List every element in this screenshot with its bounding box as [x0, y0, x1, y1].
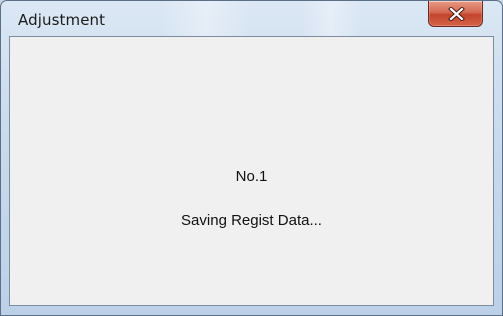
dialog-content: No.1 Saving Regist Data... — [9, 36, 494, 306]
status-message: Saving Regist Data... — [181, 212, 322, 229]
adjustment-window: Adjustment No.1 Saving Regist Data... — [0, 0, 503, 316]
close-button[interactable] — [428, 1, 483, 27]
unit-number-label: No.1 — [235, 168, 268, 185]
title-bar[interactable]: Adjustment — [1, 1, 502, 37]
close-icon — [448, 7, 465, 21]
window-title: Adjustment — [18, 11, 106, 29]
